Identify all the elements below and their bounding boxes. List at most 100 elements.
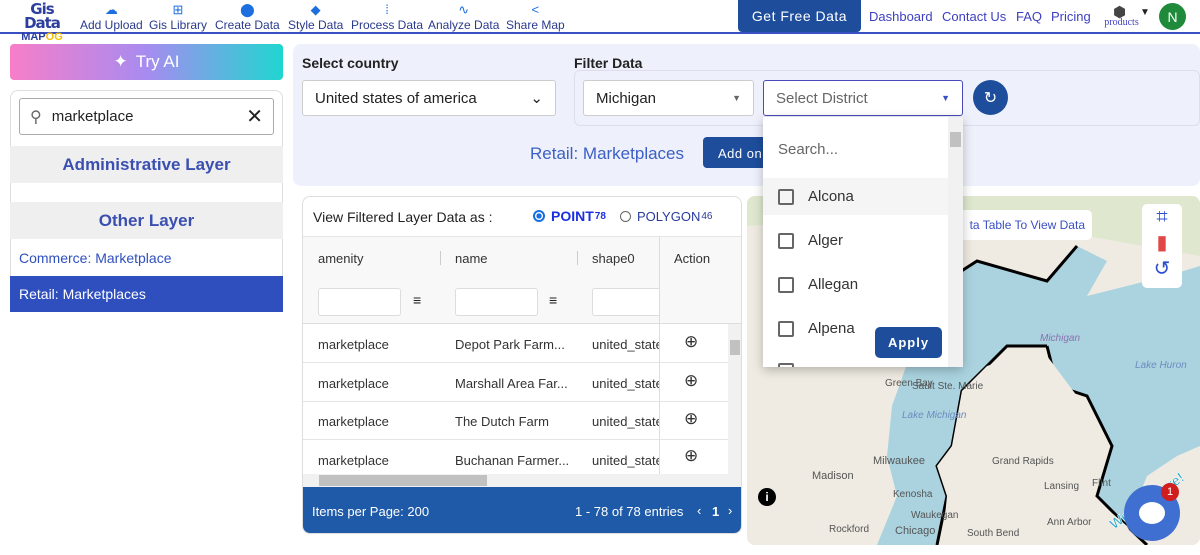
- dropdown-scrollbar[interactable]: [948, 117, 963, 367]
- close-icon[interactable]: ✕: [246, 104, 263, 129]
- entries-count: 1 - 78 of 78 entries: [575, 504, 684, 519]
- avatar[interactable]: N: [1159, 3, 1186, 30]
- search-icon: ⚲: [30, 108, 42, 126]
- district-option[interactable]: Alger: [763, 222, 948, 259]
- table-row[interactable]: marketplace Depot Park Farm... united_stat…: [303, 324, 728, 363]
- next-page-icon[interactable]: ›: [728, 503, 732, 518]
- section-administrative-layer: Administrative Layer: [10, 146, 283, 183]
- chevron-down-icon: ⌄: [530, 90, 543, 107]
- try-ai-button[interactable]: ✦ Try AI: [10, 44, 283, 80]
- trash-icon[interactable]: ▮: [1142, 230, 1182, 256]
- layer-search-input[interactable]: ⚲ marketplace ✕: [19, 98, 274, 135]
- caret-down-icon: ▼: [1140, 7, 1150, 18]
- table-row[interactable]: marketplace Buchanan Farmer... united_stat…: [303, 440, 728, 474]
- filter-data-label: Filter Data: [574, 55, 643, 71]
- current-page[interactable]: 1: [712, 504, 719, 519]
- col-action: Action: [674, 251, 711, 266]
- logo[interactable]: Gis Data MAPOG: [12, 2, 72, 44]
- nav-share-map[interactable]: < Share Map: [506, 2, 565, 32]
- name-filter-input[interactable]: [455, 288, 538, 316]
- map-label: Waukegan: [911, 510, 958, 521]
- filter-icon[interactable]: ≡: [549, 292, 557, 308]
- data-table-panel: View Filtered Layer Data as : POINT 78 PO…: [302, 196, 742, 534]
- items-per-page[interactable]: Items per Page: 200: [312, 504, 429, 519]
- checkbox[interactable]: [778, 232, 794, 249]
- table-footer: Items per Page: 200 1 - 78 of 78 entries…: [303, 487, 741, 533]
- map-label: Milwaukee: [873, 455, 925, 467]
- map-label: Grand Rapids: [992, 456, 1054, 467]
- nav-create-data[interactable]: ⬤ Create Data: [215, 2, 280, 32]
- map-tooltip: ta Table To View Data: [960, 210, 1092, 240]
- zoom-in-icon[interactable]: ⊕: [684, 446, 698, 466]
- filter-icon[interactable]: ≡: [413, 292, 421, 308]
- nav-process-data[interactable]: ⁞ Process Data: [351, 2, 423, 32]
- get-free-data-button[interactable]: Get Free Data: [738, 0, 861, 32]
- zoom-in-icon[interactable]: ⊕: [684, 409, 698, 429]
- country-select[interactable]: United states of america ⌄: [302, 80, 556, 116]
- nav-analyze-data[interactable]: ∿ Analyze Data: [428, 2, 499, 32]
- share-icon: <: [531, 2, 540, 17]
- cloud-upload-icon: ☁: [104, 2, 118, 17]
- checkbox[interactable]: [778, 188, 794, 205]
- refresh-icon: ↻: [983, 89, 998, 107]
- prev-page-icon[interactable]: ‹: [697, 503, 701, 518]
- zoom-in-icon[interactable]: ⊕: [684, 371, 698, 391]
- library-add-icon: ⊞: [172, 2, 184, 17]
- map-label: Kenosha: [893, 489, 933, 500]
- refresh-button[interactable]: ↻: [973, 80, 1008, 115]
- apply-button[interactable]: Apply: [875, 327, 942, 358]
- district-select[interactable]: Select District ▼: [763, 80, 963, 116]
- amenity-filter-input[interactable]: [318, 288, 401, 316]
- vertical-scrollbar[interactable]: [728, 324, 741, 474]
- history-icon[interactable]: ↺: [1142, 256, 1182, 282]
- col-name[interactable]: name: [455, 251, 488, 266]
- layer-commerce-marketplace[interactable]: Commerce: Marketplace: [10, 240, 283, 276]
- zoom-in-icon[interactable]: ⊕: [684, 332, 698, 352]
- section-other-layer: Other Layer: [10, 202, 283, 239]
- nav-add-upload[interactable]: ☁ Add Upload: [80, 2, 143, 32]
- products-menu[interactable]: ⬢ products ▼: [1100, 3, 1155, 28]
- contact-us-link[interactable]: Contact Us: [942, 9, 1006, 24]
- view-as-label: View Filtered Layer Data as :: [313, 209, 493, 225]
- info-icon[interactable]: i: [758, 488, 776, 506]
- map-label: Green Bay: [885, 378, 933, 389]
- checkbox[interactable]: [778, 276, 794, 293]
- nav-gis-library[interactable]: ⊞ Gis Library: [149, 2, 207, 32]
- district-dropdown: Search... Alcona Alger Allegan Alpena Ap…: [763, 117, 963, 367]
- table-row[interactable]: marketplace The Dutch Farm united_state ⊕: [303, 401, 728, 440]
- map-label: Chicago: [895, 525, 935, 537]
- caret-down-icon: ▼: [732, 93, 741, 103]
- layer-retail-marketplaces[interactable]: Retail: Marketplaces: [10, 276, 283, 312]
- dashboard-link[interactable]: Dashboard: [869, 9, 933, 24]
- map-label: Lake Michigan: [902, 410, 967, 421]
- map-label: Lake Huron: [1135, 360, 1187, 371]
- col-amenity[interactable]: amenity: [318, 251, 364, 266]
- table-row[interactable]: marketplace Marshall Area Far... united_st…: [303, 363, 728, 402]
- faq-link[interactable]: FAQ: [1016, 9, 1042, 24]
- map-label: Michigan: [1040, 333, 1080, 344]
- horizontal-scrollbar[interactable]: [303, 474, 741, 487]
- map-label: Madison: [812, 470, 854, 482]
- col-shape0[interactable]: shape0: [592, 251, 635, 266]
- caret-down-icon: ▼: [941, 93, 950, 103]
- top-nav: Gis Data MAPOG ☁ Add Upload ⊞ Gis Library ⬤…: [0, 0, 1200, 43]
- district-option[interactable]: Allegan: [763, 266, 948, 303]
- crop-icon[interactable]: ⌗: [1142, 204, 1182, 230]
- map-label: Flint: [1092, 478, 1111, 489]
- state-select[interactable]: Michigan ▼: [583, 80, 754, 116]
- paint-bucket-icon: ◆: [310, 2, 321, 17]
- district-option[interactable]: Alcona: [763, 178, 948, 215]
- analyze-icon: ∿: [458, 2, 470, 17]
- map-tools: ⌗ ▮ ↺: [1142, 204, 1182, 288]
- radio-point[interactable]: POINT 78: [533, 208, 606, 224]
- district-search-input[interactable]: Search...: [778, 141, 838, 158]
- map-label: Ann Arbor: [1047, 517, 1092, 528]
- nav-style-data[interactable]: ◆ Style Data: [288, 2, 343, 32]
- select-country-label: Select country: [302, 55, 399, 71]
- chat-icon: [1139, 502, 1165, 524]
- process-icon: ⁞: [385, 2, 389, 17]
- add-on-button[interactable]: Add on: [703, 137, 765, 168]
- shape0-filter-input[interactable]: [592, 288, 659, 316]
- checkbox[interactable]: [778, 320, 794, 337]
- radio-polygon[interactable]: POLYGON 46: [620, 209, 712, 224]
